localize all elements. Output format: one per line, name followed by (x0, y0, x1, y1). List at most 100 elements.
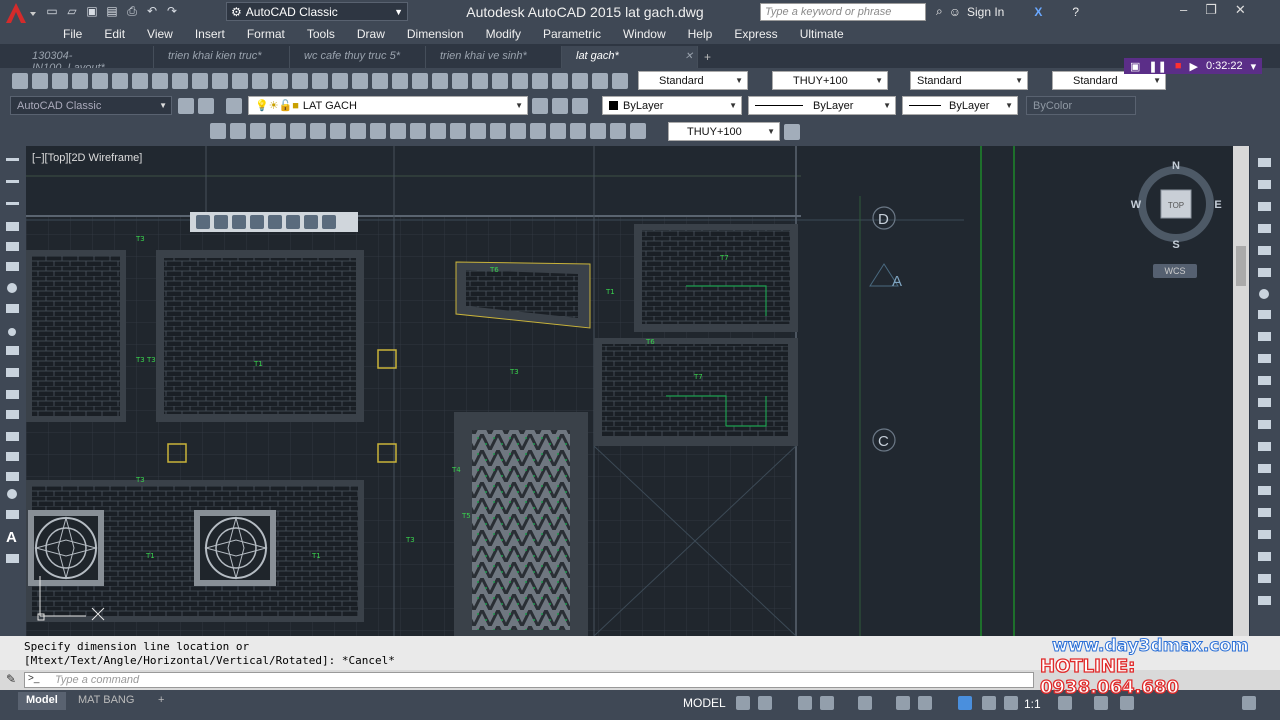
modify-tool-icons[interactable] (1250, 146, 1280, 636)
layer-dropdown[interactable]: 💡☀🔓■ LAT GACH ▼ (248, 96, 528, 115)
toolbar-icon[interactable] (532, 98, 548, 114)
dim-style-dropdown[interactable]: THUY+100 ▼ (772, 71, 888, 90)
toolbar-icon[interactable] (304, 215, 318, 229)
toolbar-icon[interactable] (510, 123, 526, 139)
print-icon[interactable]: ⎙ (124, 3, 140, 19)
toolbar-icon[interactable] (630, 123, 646, 139)
menu-dimension[interactable]: Dimension (396, 27, 475, 41)
toolbar-icon[interactable] (572, 73, 588, 89)
toolbar-icon[interactable] (322, 215, 336, 229)
annotation-auto-icon[interactable] (1004, 696, 1018, 710)
workspace-toolbar-dropdown[interactable]: AutoCAD Classic ▼ (10, 96, 172, 115)
annotation-scale[interactable]: 1:1 (1024, 697, 1041, 711)
exchange-icon[interactable]: X (1034, 5, 1042, 19)
osnap-icon[interactable] (858, 696, 872, 710)
toolbar-icon[interactable] (286, 215, 300, 229)
toolbar-icon[interactable] (212, 73, 228, 89)
save-as-icon[interactable]: ▤ (104, 3, 120, 19)
toolbar-icon[interactable] (310, 123, 326, 139)
toolbar-icon[interactable] (532, 73, 548, 89)
scrollbar-thumb[interactable] (1236, 246, 1246, 286)
isolate-icon[interactable] (1120, 696, 1134, 710)
toolbar-icon[interactable] (172, 73, 188, 89)
menu-tools[interactable]: Tools (296, 27, 346, 41)
menu-ultimate[interactable]: Ultimate (789, 27, 855, 41)
workspace-dropdown[interactable]: ⚙ AutoCAD Classic ▼ (226, 2, 408, 21)
maximize-icon[interactable]: ❐ (1205, 2, 1217, 18)
toolbar-icon[interactable] (452, 73, 468, 89)
toolbar-icon[interactable] (350, 123, 366, 139)
gear-icon[interactable] (178, 98, 194, 114)
toolbar-icon[interactable] (612, 73, 628, 89)
toolbar-icon[interactable] (232, 73, 248, 89)
toolbar-icon[interactable] (52, 73, 68, 89)
customize-icon[interactable]: ✎ (6, 672, 16, 686)
menu-file[interactable]: File (52, 27, 93, 41)
toolbar-icon[interactable] (392, 73, 408, 89)
toolbar-icon[interactable] (552, 73, 568, 89)
toolbar-icon[interactable] (230, 123, 246, 139)
menu-draw[interactable]: Draw (346, 27, 396, 41)
snap-icon[interactable] (758, 696, 772, 710)
sign-in[interactable]: ⌕ ☺ Sign In X ? (936, 4, 1079, 19)
toolbar-icon[interactable] (430, 123, 446, 139)
search-input[interactable]: Type a keyword or phrase (760, 3, 926, 21)
toolbar-icon[interactable] (572, 98, 588, 114)
close-tab-icon[interactable]: ✕ (685, 51, 693, 62)
dim-update-icon[interactable] (784, 124, 800, 140)
wcs-menu[interactable]: WCS (1153, 264, 1197, 278)
minimize-icon[interactable]: – (1180, 2, 1187, 18)
toolbar-icon[interactable] (232, 215, 246, 229)
plus-icon[interactable] (1094, 696, 1108, 710)
autocad-logo-icon[interactable] (4, 2, 38, 24)
ortho-icon[interactable] (798, 696, 812, 710)
annotation-visibility-icon[interactable] (958, 696, 972, 710)
toolbar-icon[interactable] (512, 73, 528, 89)
toolbar-icon[interactable] (332, 73, 348, 89)
toolbar-icon[interactable] (530, 123, 546, 139)
toolbar-icon[interactable] (450, 123, 466, 139)
menu-window[interactable]: Window (612, 27, 677, 41)
grid-icon[interactable] (736, 696, 750, 710)
toolbar-icon[interactable] (252, 73, 268, 89)
redo-icon[interactable]: ↷ (164, 3, 180, 19)
toolbar-icon[interactable] (292, 73, 308, 89)
gear-icon[interactable] (1058, 696, 1072, 710)
toolbar-icon[interactable] (410, 123, 426, 139)
new-layout-icon[interactable]: + (150, 692, 172, 710)
tab-wc-cafe[interactable]: wc cafe thuy truc 5* (290, 46, 426, 68)
help-icon[interactable]: ? (1072, 5, 1079, 19)
viewcube-compass[interactable]: TOP N S E W (1130, 160, 1222, 270)
toolbar-icon[interactable] (330, 123, 346, 139)
toolbar-icon[interactable] (570, 123, 586, 139)
toolbar-icon[interactable] (32, 73, 48, 89)
toolbar-icon[interactable] (412, 73, 428, 89)
tab-trien-khai-kien-truc[interactable]: trien khai kien truc* (154, 46, 290, 68)
toolbar-icon[interactable] (472, 73, 488, 89)
polar-icon[interactable] (820, 696, 834, 710)
color-dropdown[interactable]: ByLayer ▼ (602, 96, 742, 115)
toolbar-icon[interactable] (470, 123, 486, 139)
menu-edit[interactable]: Edit (93, 27, 136, 41)
new-tab-icon[interactable]: + (704, 50, 711, 68)
text-style-dropdown[interactable]: Standard ▼ (638, 71, 748, 90)
toolbar-icon[interactable] (352, 73, 368, 89)
toolbar-icon[interactable] (312, 73, 328, 89)
toolbar-icon[interactable] (210, 123, 226, 139)
toolbar-icon[interactable] (590, 123, 606, 139)
tab-layout[interactable]: 130304-IN100_Layout* (18, 46, 154, 74)
toolbar-icon[interactable] (192, 73, 208, 89)
menu-view[interactable]: View (136, 27, 184, 41)
prompt-icon[interactable]: >_ (28, 673, 39, 684)
vertical-scrollbar[interactable] (1233, 146, 1249, 636)
new-icon[interactable]: ▭ (44, 3, 60, 19)
annotation-scale-icon[interactable] (982, 696, 996, 710)
menu-express[interactable]: Express (723, 27, 788, 41)
dim-style-dropdown-2[interactable]: THUY+100 ▼ (668, 122, 780, 141)
toolbar-icon[interactable] (552, 98, 568, 114)
selection-cycle-icon[interactable] (918, 696, 932, 710)
menu-insert[interactable]: Insert (184, 27, 236, 41)
layout-tab-model[interactable]: Model (18, 692, 66, 710)
plotstyle-dropdown[interactable]: ByColor (1026, 96, 1136, 115)
lineweight-dropdown[interactable]: ByLayer ▼ (902, 96, 1018, 115)
